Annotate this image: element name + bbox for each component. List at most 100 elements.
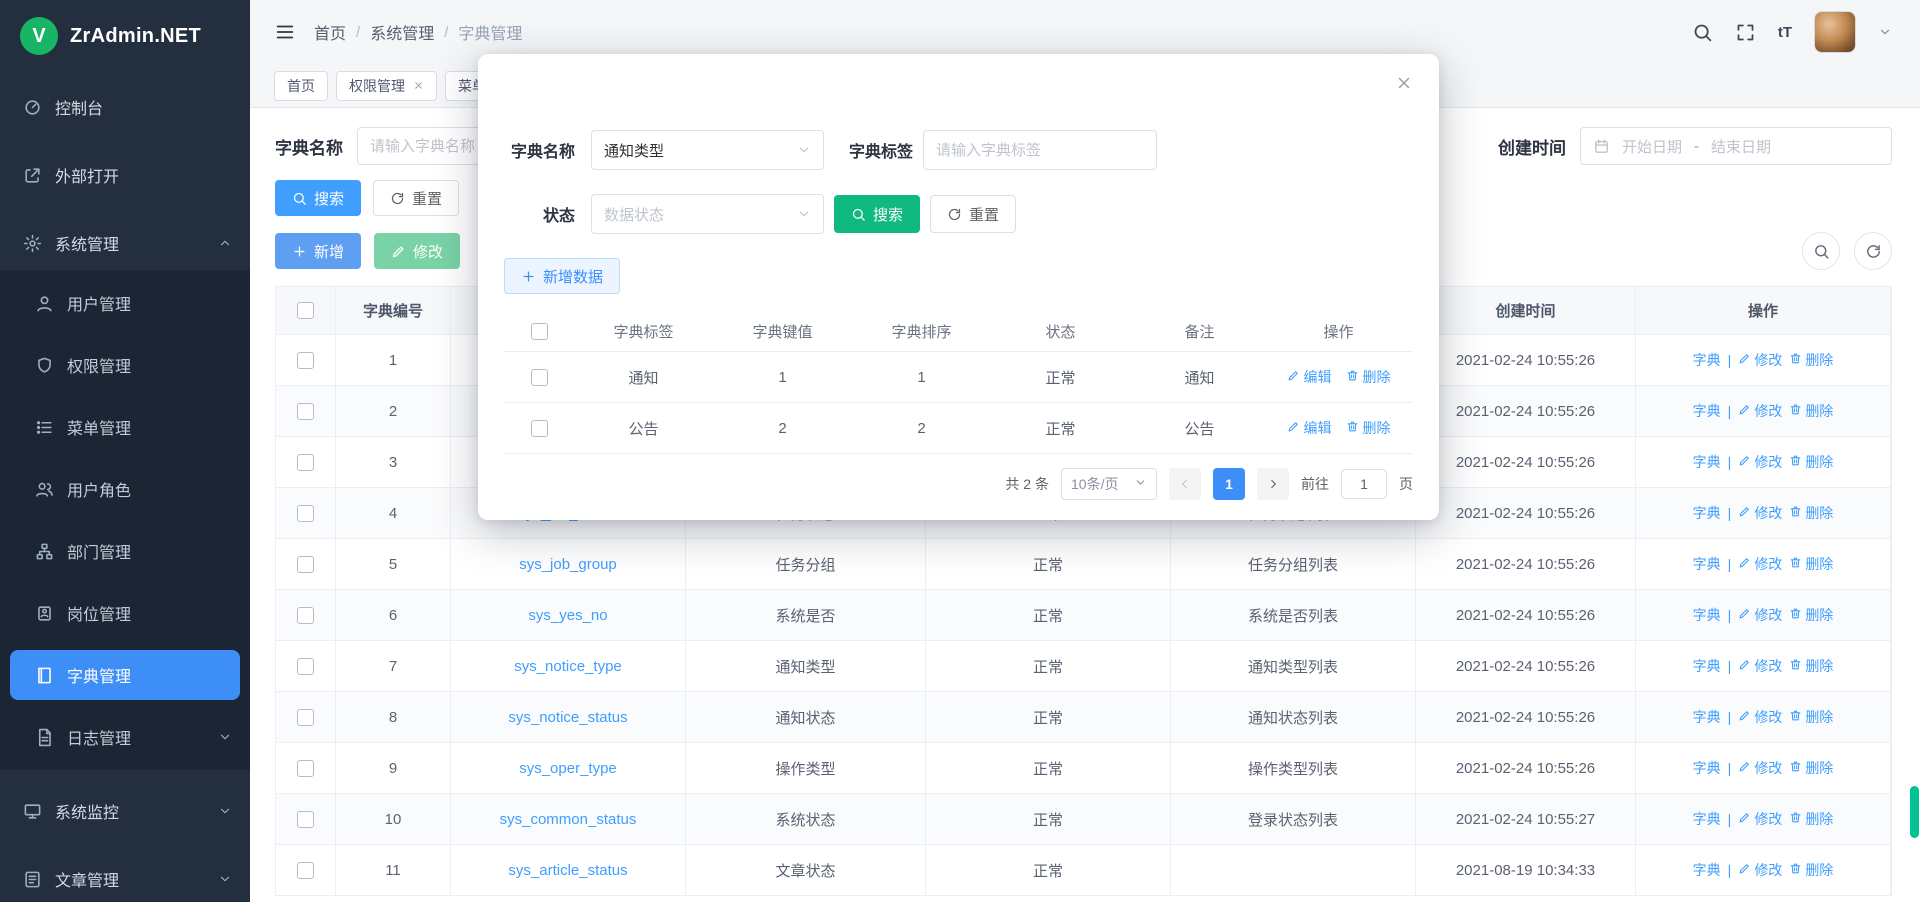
- scrollbar-thumb[interactable]: [1910, 786, 1919, 838]
- edit-link[interactable]: 修改: [1738, 758, 1782, 778]
- dict-data-link[interactable]: 字典: [1693, 809, 1721, 829]
- dialog-close-icon[interactable]: [1395, 74, 1413, 92]
- tab-permission[interactable]: 权限管理: [336, 71, 437, 101]
- dict-type-link[interactable]: sys_article_status: [508, 862, 627, 879]
- edit-link[interactable]: 修改: [1738, 452, 1782, 472]
- sidebar-item-log-manage[interactable]: 日志管理: [0, 706, 250, 768]
- dialog-row-checkbox[interactable]: [531, 369, 548, 386]
- dict-type-link[interactable]: sys_job_group: [519, 556, 617, 573]
- dict-data-link[interactable]: 字典: [1693, 656, 1721, 676]
- row-checkbox[interactable]: [297, 505, 314, 522]
- dict-type-link[interactable]: sys_oper_type: [519, 760, 617, 777]
- sidebar-item-user-role[interactable]: 用户角色: [0, 458, 250, 520]
- next-page-button[interactable]: [1257, 468, 1289, 500]
- dict-data-link[interactable]: 字典: [1693, 452, 1721, 472]
- dict-data-link[interactable]: 字典: [1693, 758, 1721, 778]
- select-all-checkbox[interactable]: [297, 302, 314, 319]
- dict-name-select[interactable]: 通知类型: [591, 130, 824, 170]
- delete-link[interactable]: 删除: [1789, 707, 1833, 727]
- edit-button[interactable]: 修改: [374, 233, 460, 269]
- dict-type-link[interactable]: sys_yes_no: [528, 607, 607, 624]
- row-checkbox[interactable]: [297, 760, 314, 777]
- sidebar-item-post-manage[interactable]: 岗位管理: [0, 582, 250, 644]
- sidebar-item-system-manage[interactable]: 系统管理: [0, 216, 250, 270]
- dialog-select-all-checkbox[interactable]: [531, 323, 548, 340]
- dialog-search-button[interactable]: 搜索: [834, 195, 920, 233]
- dict-data-link[interactable]: 字典: [1693, 605, 1721, 625]
- delete-link[interactable]: 删除: [1789, 605, 1833, 625]
- edit-link[interactable]: 修改: [1738, 707, 1782, 727]
- dict-type-link[interactable]: sys_notice_status: [508, 709, 627, 726]
- row-checkbox[interactable]: [297, 454, 314, 471]
- add-button[interactable]: 新增: [275, 233, 361, 269]
- delete-link[interactable]: 删除: [1789, 503, 1833, 523]
- delete-link[interactable]: 删除: [1789, 656, 1833, 676]
- sidebar-item-dept-manage[interactable]: 部门管理: [0, 520, 250, 582]
- sidebar-item-user-manage[interactable]: 用户管理: [0, 272, 250, 334]
- sidebar-toggle-button[interactable]: [274, 21, 296, 43]
- header-search-button[interactable]: [1692, 22, 1713, 43]
- font-size-button[interactable]: tT: [1778, 24, 1792, 41]
- row-checkbox[interactable]: [297, 556, 314, 573]
- sidebar-item-console[interactable]: 控制台: [0, 80, 250, 134]
- delete-link[interactable]: 删除: [1789, 758, 1833, 778]
- row-checkbox[interactable]: [297, 607, 314, 624]
- delete-link[interactable]: 删除: [1346, 418, 1391, 438]
- delete-link[interactable]: 删除: [1346, 367, 1391, 387]
- row-checkbox[interactable]: [297, 811, 314, 828]
- search-button[interactable]: 搜索: [275, 180, 361, 216]
- delete-link[interactable]: 删除: [1789, 809, 1833, 829]
- delete-link[interactable]: 删除: [1789, 452, 1833, 472]
- dialog-reset-button[interactable]: 重置: [930, 195, 1016, 233]
- dict-data-link[interactable]: 字典: [1693, 401, 1721, 421]
- dict-label-input[interactable]: [923, 130, 1157, 170]
- edit-link[interactable]: 编辑: [1287, 367, 1332, 387]
- sidebar-item-menu-manage[interactable]: 菜单管理: [0, 396, 250, 458]
- dialog-row-checkbox[interactable]: [531, 420, 548, 437]
- edit-link[interactable]: 修改: [1738, 656, 1782, 676]
- table-search-button[interactable]: [1802, 232, 1840, 270]
- dict-type-link[interactable]: sys_common_status: [500, 811, 637, 828]
- page-size-select[interactable]: 10条/页: [1061, 468, 1157, 500]
- delete-link[interactable]: 删除: [1789, 554, 1833, 574]
- sidebar-item-dict-manage[interactable]: 字典管理: [10, 650, 240, 700]
- user-menu-caret-icon[interactable]: [1878, 25, 1892, 39]
- delete-link[interactable]: 删除: [1789, 401, 1833, 421]
- status-select[interactable]: 数据状态: [591, 194, 824, 234]
- edit-link[interactable]: 修改: [1738, 605, 1782, 625]
- edit-link[interactable]: 修改: [1738, 350, 1782, 370]
- page-number-1[interactable]: 1: [1213, 468, 1245, 500]
- dict-type-link[interactable]: sys_notice_type: [514, 658, 622, 675]
- breadcrumb-item-home[interactable]: 首页: [314, 20, 346, 44]
- breadcrumb-item-system[interactable]: 系统管理: [370, 20, 434, 44]
- row-checkbox[interactable]: [297, 352, 314, 369]
- table-refresh-button[interactable]: [1854, 232, 1892, 270]
- goto-page-input[interactable]: [1341, 469, 1387, 499]
- edit-link[interactable]: 编辑: [1287, 418, 1332, 438]
- edit-link[interactable]: 修改: [1738, 503, 1782, 523]
- tab-home[interactable]: 首页: [274, 71, 328, 101]
- row-checkbox[interactable]: [297, 709, 314, 726]
- dict-data-link[interactable]: 字典: [1693, 503, 1721, 523]
- edit-link[interactable]: 修改: [1738, 860, 1782, 880]
- date-range-picker[interactable]: 开始日期 - 结束日期: [1580, 127, 1892, 165]
- sidebar-item-article-manage[interactable]: 文章管理: [0, 852, 250, 902]
- sidebar-item-permission-manage[interactable]: 权限管理: [0, 334, 250, 396]
- dict-data-link[interactable]: 字典: [1693, 554, 1721, 574]
- reset-button[interactable]: 重置: [373, 180, 459, 216]
- dict-data-link[interactable]: 字典: [1693, 350, 1721, 370]
- dict-data-link[interactable]: 字典: [1693, 707, 1721, 727]
- edit-link[interactable]: 修改: [1738, 401, 1782, 421]
- sidebar-item-system-monitor[interactable]: 系统监控: [0, 784, 250, 838]
- prev-page-button[interactable]: [1169, 468, 1201, 500]
- user-avatar[interactable]: [1814, 11, 1856, 53]
- sidebar-item-external-open[interactable]: 外部打开: [0, 148, 250, 202]
- dict-data-link[interactable]: 字典: [1693, 860, 1721, 880]
- row-checkbox[interactable]: [297, 862, 314, 879]
- close-icon[interactable]: [413, 80, 424, 91]
- add-data-button[interactable]: 新增数据: [504, 258, 620, 294]
- delete-link[interactable]: 删除: [1789, 350, 1833, 370]
- edit-link[interactable]: 修改: [1738, 554, 1782, 574]
- edit-link[interactable]: 修改: [1738, 809, 1782, 829]
- row-checkbox[interactable]: [297, 403, 314, 420]
